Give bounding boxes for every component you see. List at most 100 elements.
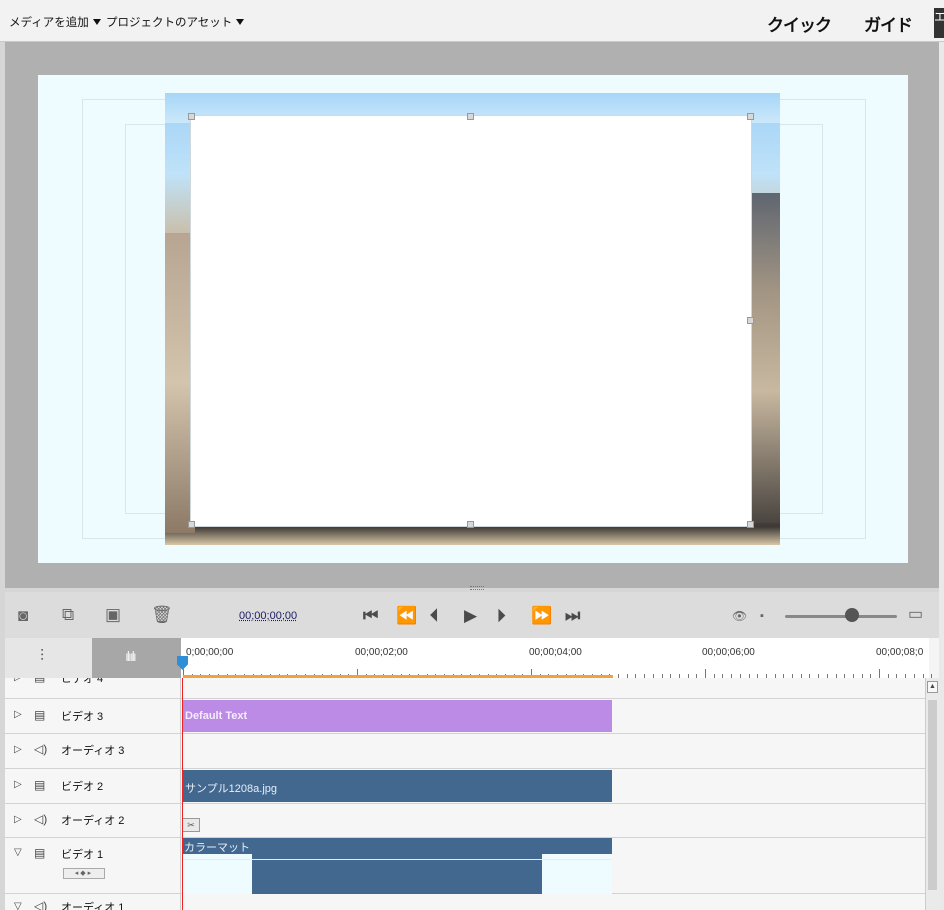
next-frame-icon[interactable]: ⏵ <box>497 606 506 626</box>
snapshot-icon[interactable]: ◙ <box>18 606 28 626</box>
timeline-view-button[interactable]: ⫶ <box>5 638 92 678</box>
track-video-1: ▽ ▤ ビデオ 1 ◂◆▸ カラーマット <box>5 838 925 894</box>
scrollbar-thumb[interactable] <box>928 700 937 890</box>
top-menu-bar: メディアを追加 プロジェクトのアセット クイック ガイド エ <box>0 0 944 42</box>
step-forward-icon[interactable]: ⏩ <box>531 606 552 626</box>
tracks-scrollbar[interactable]: ▲ <box>925 678 939 910</box>
track-video-2: ▷ ▤ ビデオ 2 サンプル1208a.jpg <box>5 769 925 804</box>
right-panel-edge <box>939 42 944 910</box>
time-ruler[interactable]: 0;00;00;00 00;00;02;00 00;00;04;00 00;00… <box>181 638 933 678</box>
track-audio-3: ▷ ◁) オーディオ 3 <box>5 734 925 769</box>
clip-thumbnail <box>542 854 612 894</box>
photo-rocks-right <box>752 193 780 523</box>
go-to-start-icon[interactable]: ⏮ <box>363 606 378 626</box>
ruler-label: 00;00;02;00 <box>355 647 408 658</box>
zoom-in-icon[interactable]: ▭ <box>908 605 923 625</box>
mode-expert-tab[interactable]: エ <box>934 8 944 38</box>
expand-triangle-icon[interactable]: ▷ <box>14 709 22 720</box>
ruler-label: 00;00;08;0 <box>876 647 924 658</box>
track-name: オーディオ 2 <box>61 815 125 827</box>
track-header: ▷ ▤ ビデオ 2 <box>5 769 181 803</box>
ruler-label: 0;00;00;00 <box>186 647 234 658</box>
resize-handle[interactable] <box>188 113 195 120</box>
track-name: ビデオ 3 <box>61 711 104 723</box>
resize-handle[interactable] <box>747 113 754 120</box>
trash-icon[interactable]: 🗑 <box>151 605 173 625</box>
track-header: ▷ ◁) オーディオ 2 <box>5 804 181 837</box>
scroll-up-icon[interactable]: ▲ <box>927 681 938 693</box>
resize-handle[interactable] <box>467 113 474 120</box>
image-clip[interactable]: サンプル1208a.jpg <box>182 770 612 802</box>
ruler-label: 00;00;06;00 <box>702 647 755 658</box>
collapse-triangle-icon[interactable]: ▽ <box>14 901 22 910</box>
resize-handle[interactable] <box>747 521 754 528</box>
play-icon[interactable]: ▶ <box>464 606 477 626</box>
track-header: ▷ ◁) オーディオ 3 <box>5 734 181 768</box>
opacity-keyframe-line[interactable] <box>182 859 612 860</box>
track-name: オーディオ 1 <box>61 902 125 910</box>
track-name: ビデオ 2 <box>61 781 104 793</box>
audio-mixer-button[interactable]: ılıılı <box>92 638 182 678</box>
expand-triangle-icon[interactable]: ▷ <box>14 779 22 790</box>
film-icon: ▤ <box>34 678 45 684</box>
speaker-icon: ◁) <box>34 812 48 826</box>
view-eye-icon[interactable]: 👁 <box>732 606 747 626</box>
previous-frame-icon[interactable]: ⏴ <box>430 606 439 626</box>
zoom-out-icon[interactable]: ▪ <box>760 606 764 626</box>
clip-label: カラーマット <box>184 842 250 854</box>
clip-thumbnail <box>182 854 252 894</box>
expand-triangle-icon[interactable]: ▷ <box>14 744 22 755</box>
panel-resize-grip[interactable] <box>470 586 484 590</box>
rotate-icon[interactable]: ⧉ <box>62 605 74 625</box>
film-icon: ▤ <box>34 708 46 722</box>
speaker-icon: ◁) <box>34 899 48 910</box>
preview-monitor <box>5 42 939 590</box>
project-assets-label: プロジェクトのアセット <box>106 17 233 29</box>
timeline-tracks: ▷ ▤ ビデオ 4 ▷ ▤ ビデオ 3 Default Text ▷ ◁) オー… <box>5 678 925 910</box>
track-video-4: ▷ ▤ ビデオ 4 <box>5 678 925 699</box>
track-header: ▽ ▤ ビデオ 1 ◂◆▸ <box>5 838 181 893</box>
waveform-icon: ılıılı <box>125 648 137 664</box>
track-audio-1: ▽ ◁) オーディオ 1 <box>5 894 925 910</box>
scissors-icon[interactable]: ✂ <box>182 818 200 832</box>
collapse-triangle-icon[interactable]: ▽ <box>14 847 22 858</box>
track-name: ビデオ 4 <box>61 678 104 685</box>
track-header: ▷ ▤ ビデオ 3 <box>5 699 181 733</box>
resize-handle[interactable] <box>467 521 474 528</box>
color-matte-frame[interactable] <box>191 116 751 526</box>
preview-canvas <box>38 75 908 563</box>
resize-handle[interactable] <box>188 521 195 528</box>
add-media-label: メディアを追加 <box>9 17 89 29</box>
tracks-icon: ⫶ <box>40 648 45 665</box>
keyframe-navigator[interactable]: ◂◆▸ <box>63 868 105 879</box>
color-matte-clip[interactable]: カラーマット <box>182 838 612 894</box>
mode-guided-tab[interactable]: ガイド <box>864 11 913 36</box>
expand-triangle-icon[interactable]: ▷ <box>14 678 22 683</box>
add-media-menu[interactable]: メディアを追加 <box>9 14 101 30</box>
track-name: オーディオ 3 <box>61 745 125 757</box>
timeline-header: ⫶ ılıılı 0;00;00;00 00;00;02;00 00;00;04… <box>5 638 939 678</box>
project-assets-menu[interactable]: プロジェクトのアセット <box>106 14 245 30</box>
track-header: ▷ ▤ ビデオ 4 <box>5 678 181 698</box>
chevron-down-icon <box>236 19 245 25</box>
playback-controls: ◙ ⧉ ▣ 🗑 00;00;00;00 ⏮ ⏪ ⏴ ▶ ⏵ ⏩ ⏭ 👁 ▪ ▭ <box>5 592 939 638</box>
film-icon: ▤ <box>34 846 46 860</box>
speaker-icon: ◁) <box>34 742 48 756</box>
timeline-zoom-slider[interactable] <box>785 615 897 618</box>
timeline-zoom-knob[interactable] <box>845 608 860 622</box>
track-video-3: ▷ ▤ ビデオ 3 Default Text <box>5 699 925 734</box>
go-to-end-icon[interactable]: ⏭ <box>565 606 580 626</box>
expand-triangle-icon[interactable]: ▷ <box>14 814 22 825</box>
ruler-tick <box>879 669 880 678</box>
track-header: ▽ ◁) オーディオ 1 <box>5 894 181 910</box>
properties-icon[interactable]: ▣ <box>105 605 121 625</box>
track-name: ビデオ 1 <box>61 849 104 861</box>
step-back-icon[interactable]: ⏪ <box>396 606 417 626</box>
film-icon: ▤ <box>34 778 46 792</box>
text-clip[interactable]: Default Text <box>182 700 612 732</box>
current-timecode[interactable]: 00;00;00;00 <box>239 610 297 622</box>
resize-handle[interactable] <box>747 317 754 324</box>
chevron-down-icon <box>92 19 101 25</box>
ruler-tick <box>705 669 706 678</box>
mode-quick-tab[interactable]: クイック <box>767 11 832 36</box>
